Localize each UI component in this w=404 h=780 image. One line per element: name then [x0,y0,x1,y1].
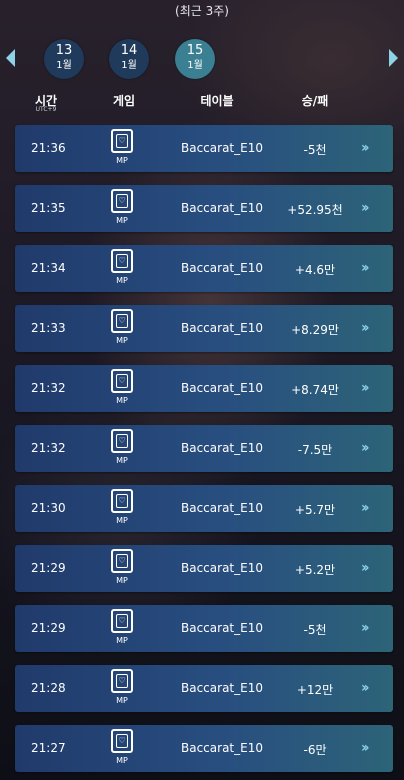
double-chevron-right-icon[interactable]: ›› [361,320,369,336]
row-game: MP [116,336,128,345]
row-result: +52.95천 [287,203,343,217]
history-row[interactable]: 21:32 ♡ MP Baccarat_E10 -7.5만 ›› [15,425,393,472]
row-time: 21:32 [31,381,66,395]
history-row[interactable]: 21:29 ♡ MP Baccarat_E10 -5천 ›› [15,605,393,652]
row-time: 21:33 [31,321,66,335]
row-time: 21:32 [31,441,66,455]
date-day: 14 [120,43,138,58]
row-game: MP [116,576,128,585]
date-day: 13 [55,43,73,58]
double-chevron-right-icon[interactable]: ›› [361,500,369,516]
header-table: 테이블 [200,94,234,108]
double-chevron-right-icon[interactable]: ›› [361,380,369,396]
row-game: MP [116,396,128,405]
column-headers: 시간 UTC+9 게임 테이블 승/패 [0,92,404,118]
header-time-timezone: UTC+9 [35,106,57,113]
row-time: 21:27 [31,741,66,755]
card-heart-icon: ♡ [111,489,133,513]
double-chevron-right-icon[interactable]: ›› [361,440,369,456]
row-table: Baccarat_E10 [181,501,263,515]
card-heart-icon: ♡ [111,129,133,153]
card-heart-icon: ♡ [111,249,133,273]
row-result: +8.29만 [291,323,339,337]
header-result: 승/패 [301,94,329,108]
row-game: MP [116,636,128,645]
history-row[interactable]: 21:30 ♡ MP Baccarat_E10 +5.7만 ›› [15,485,393,532]
history-row[interactable]: 21:35 ♡ MP Baccarat_E10 +52.95천 ›› [15,185,393,232]
date-month: 1월 [187,60,203,71]
history-row[interactable]: 21:28 ♡ MP Baccarat_E10 +12만 ›› [15,665,393,712]
row-game: MP [116,156,128,165]
history-row[interactable]: 21:34 ♡ MP Baccarat_E10 +4.6만 ›› [15,245,393,292]
prev-arrow-icon[interactable] [6,49,15,67]
row-time: 21:35 [31,201,66,215]
card-heart-icon: ♡ [111,189,133,213]
header-game: 게임 [112,94,136,108]
row-table: Baccarat_E10 [181,441,263,455]
double-chevron-right-icon[interactable]: ›› [361,200,369,216]
row-result: -5천 [303,623,327,637]
card-heart-icon: ♡ [111,369,133,393]
date-day: 15 [186,43,204,58]
row-result: +8.74만 [291,383,339,397]
card-heart-icon: ♡ [111,729,133,753]
row-table: Baccarat_E10 [181,681,263,695]
date-13[interactable]: 13 1월 [44,39,84,79]
row-game: MP [116,456,128,465]
row-result: -7.5만 [297,443,333,457]
row-table: Baccarat_E10 [181,321,263,335]
history-row[interactable]: 21:33 ♡ MP Baccarat_E10 +8.29만 ›› [15,305,393,352]
history-row[interactable]: 21:29 ♡ MP Baccarat_E10 +5.2만 ›› [15,545,393,592]
history-row[interactable]: 21:27 ♡ MP Baccarat_E10 -6만 ›› [15,725,393,772]
double-chevron-right-icon[interactable]: ›› [361,680,369,696]
date-month: 1월 [56,60,72,71]
double-chevron-right-icon[interactable]: ›› [361,560,369,576]
card-heart-icon: ♡ [111,549,133,573]
row-time: 21:36 [31,141,66,155]
row-table: Baccarat_E10 [181,561,263,575]
double-chevron-right-icon[interactable]: ›› [361,260,369,276]
date-14[interactable]: 14 1월 [109,39,149,79]
period-label: (최근 3주) [175,4,229,18]
row-table: Baccarat_E10 [181,741,263,755]
row-time: 21:28 [31,681,66,695]
date-month: 1월 [121,60,137,71]
row-result: -6만 [303,743,327,757]
card-heart-icon: ♡ [111,669,133,693]
history-row[interactable]: 21:32 ♡ MP Baccarat_E10 +8.74만 ›› [15,365,393,412]
row-result: +5.2만 [294,563,336,577]
row-time: 21:29 [31,621,66,635]
row-result: +4.6만 [294,263,336,277]
double-chevron-right-icon[interactable]: ›› [361,740,369,756]
row-table: Baccarat_E10 [181,201,263,215]
row-table: Baccarat_E10 [181,381,263,395]
row-result: +12만 [296,683,334,697]
row-result: +5.7만 [294,503,336,517]
row-game: MP [116,516,128,525]
history-row[interactable]: 21:36 ♡ MP Baccarat_E10 -5천 ›› [15,125,393,172]
row-table: Baccarat_E10 [181,621,263,635]
row-game: MP [116,276,128,285]
row-time: 21:30 [31,501,66,515]
row-game: MP [116,696,128,705]
row-time: 21:34 [31,261,66,275]
row-table: Baccarat_E10 [181,141,263,155]
next-arrow-icon[interactable] [389,49,398,67]
row-game: MP [116,216,128,225]
row-time: 21:29 [31,561,66,575]
row-game: MP [116,756,128,765]
row-result: -5천 [303,143,327,157]
date-15[interactable]: 15 1월 [175,39,215,79]
double-chevron-right-icon[interactable]: ›› [361,140,369,156]
double-chevron-right-icon[interactable]: ›› [361,620,369,636]
card-heart-icon: ♡ [111,609,133,633]
card-heart-icon: ♡ [111,429,133,453]
card-heart-icon: ♡ [111,309,133,333]
row-table: Baccarat_E10 [181,261,263,275]
